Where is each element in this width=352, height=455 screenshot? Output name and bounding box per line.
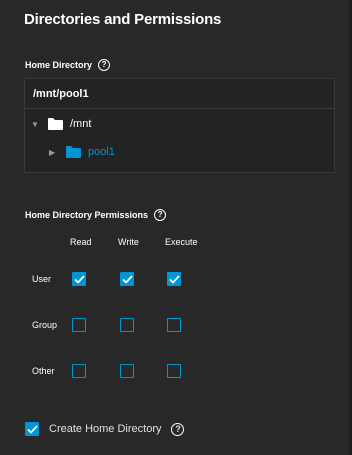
checkbox-user-read[interactable]	[72, 272, 86, 286]
create-home-directory-row: Create Home Directory ?	[25, 422, 185, 436]
row-label-group: Group	[32, 320, 58, 330]
row-label-user: User	[32, 274, 52, 284]
column-header-write: Write	[118, 237, 139, 247]
tree-node-pool1[interactable]: ▶ pool1	[49, 145, 115, 159]
section-title: Directories and Permissions	[24, 11, 222, 28]
folder-icon	[47, 117, 64, 131]
tree-node-label: /mnt	[70, 118, 92, 130]
column-header-read: Read	[70, 237, 92, 247]
folder-icon	[65, 145, 82, 159]
checkbox-group-execute[interactable]	[167, 318, 181, 332]
column-header-execute: Execute	[165, 237, 198, 247]
checkbox-other-write[interactable]	[120, 364, 134, 378]
help-icon[interactable]: ?	[154, 209, 167, 221]
checkbox-other-execute[interactable]	[167, 364, 181, 378]
checkbox-group-write[interactable]	[120, 318, 134, 332]
checkbox-other-read[interactable]	[72, 364, 86, 378]
checkbox-user-execute[interactable]	[167, 272, 181, 286]
create-home-directory-label: Create Home Directory	[49, 423, 162, 435]
tree-node-mnt[interactable]: ▼ /mnt	[31, 117, 91, 131]
home-directory-label: Home Directory	[25, 60, 93, 70]
checkmark-icon	[73, 274, 85, 284]
caret-right-icon[interactable]: ▶	[49, 148, 59, 157]
checkbox-user-write[interactable]	[120, 272, 134, 286]
caret-down-icon[interactable]: ▼	[31, 120, 41, 129]
checkmark-icon	[168, 274, 180, 284]
help-icon[interactable]: ?	[98, 59, 111, 71]
checkmark-icon	[121, 274, 133, 284]
row-label-other: Other	[32, 366, 55, 376]
home-directory-label-row: Home Directory ?	[25, 59, 111, 71]
tree-node-label: pool1	[88, 146, 115, 158]
checkbox-group-read[interactable]	[72, 318, 86, 332]
permissions-label: Home Directory Permissions	[25, 210, 149, 220]
help-icon[interactable]: ?	[171, 422, 185, 436]
permissions-label-row: Home Directory Permissions ?	[25, 209, 167, 221]
checkmark-icon	[26, 424, 38, 434]
checkbox-create-home-directory[interactable]	[25, 422, 39, 436]
home-directory-input[interactable]: /mnt/pool1	[25, 79, 334, 109]
home-directory-explorer: /mnt/pool1 ▼ /mnt ▶ pool1	[24, 78, 335, 173]
